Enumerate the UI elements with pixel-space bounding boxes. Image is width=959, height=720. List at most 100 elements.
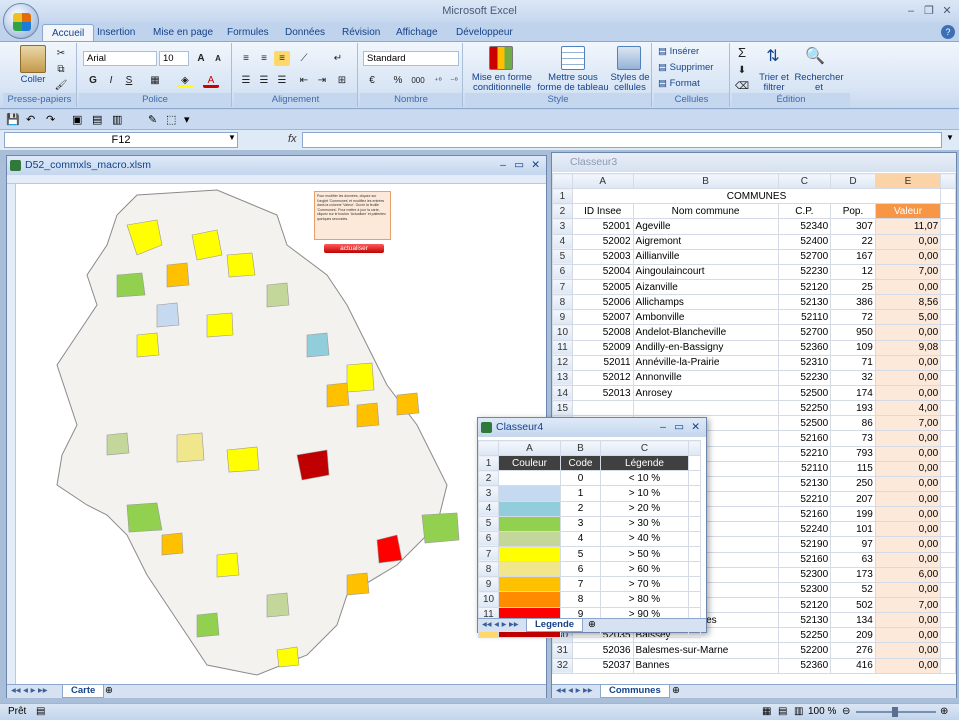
redo-icon[interactable]: ↷ (46, 113, 55, 126)
cell-pop[interactable]: 950 (830, 324, 876, 341)
row-header[interactable]: 10 (552, 324, 573, 341)
cell-valeur[interactable]: 0,00 (874, 612, 942, 629)
cell-id-insee[interactable]: 52011 (571, 354, 634, 371)
row-header[interactable]: 2 (478, 470, 499, 487)
legend-code[interactable]: 5 (560, 545, 601, 563)
new-sheet-icon[interactable]: ⊕ (588, 619, 596, 630)
copy-icon[interactable]: ⧉ (53, 62, 69, 77)
cell-id-insee[interactable] (571, 400, 634, 417)
row-header[interactable]: 2 (552, 203, 573, 220)
commune-polygon[interactable] (266, 592, 290, 618)
legend-code[interactable]: 1 (560, 485, 601, 502)
zoom-out-icon[interactable]: ⊖ (842, 704, 850, 720)
cell-pop[interactable]: 416 (830, 657, 876, 674)
cell-pop[interactable]: 25 (830, 278, 876, 296)
bold-icon[interactable]: G (85, 73, 101, 88)
cell-nom-commune[interactable]: Balesmes-sur-Marne (632, 642, 779, 659)
commune-polygon[interactable] (226, 446, 260, 473)
window-minimize-icon[interactable]: – (500, 156, 506, 175)
sheet-nav-icon[interactable]: ◂◂ ◂ ▸ ▸▸ (11, 685, 48, 696)
align-middle-icon[interactable]: ≡ (256, 51, 272, 66)
name-box-dropdown-icon[interactable]: ▼ (228, 133, 236, 142)
cell-id-insee[interactable]: 52036 (571, 642, 634, 659)
legend-label[interactable]: > 40 % (600, 530, 689, 547)
cell-cp[interactable]: 52160 (777, 430, 832, 447)
cell-pop[interactable]: 109 (830, 339, 876, 356)
cell-cp[interactable]: 52300 (777, 566, 832, 583)
cell-cp[interactable]: 52230 (777, 369, 832, 386)
cell-cp[interactable]: 52200 (777, 642, 832, 659)
customize-qat-icon[interactable]: ▾ (184, 113, 190, 126)
commune-polygon[interactable] (176, 432, 205, 463)
cell-valeur[interactable]: 0,00 (874, 384, 942, 402)
tab-formules[interactable]: Formules (218, 24, 278, 42)
cell-pop[interactable]: 22 (830, 233, 876, 250)
conditional-format-icon[interactable] (489, 46, 513, 70)
cell-valeur[interactable]: 9,08 (874, 339, 942, 356)
cell-valeur[interactable]: 0,00 (874, 475, 942, 492)
commune-polygon[interactable] (346, 362, 375, 393)
cell-nom-commune[interactable]: Annonville (632, 369, 779, 386)
wrap-text-icon[interactable]: ↵ (330, 51, 346, 66)
commune-polygon[interactable] (266, 282, 290, 308)
row-header[interactable]: 10 (478, 591, 499, 608)
cell-pop[interactable]: 207 (830, 490, 876, 508)
cell-pop[interactable]: 276 (830, 642, 876, 659)
cell-valeur[interactable]: 0,00 (874, 657, 942, 674)
cell-nom-commune[interactable]: Aigremont (632, 233, 779, 250)
cell-nom-commune[interactable]: Andelot-Blancheville (632, 324, 779, 341)
cell-cp[interactable]: 52250 (777, 400, 832, 417)
fx-label[interactable]: fx (288, 133, 297, 145)
cell-pop[interactable]: 386 (830, 294, 876, 311)
save-icon[interactable]: 💾 (6, 113, 20, 126)
cell-id-insee[interactable]: 52009 (571, 339, 634, 356)
cell-id-insee[interactable]: 52001 (571, 218, 634, 235)
font-name-combo[interactable]: Arial (83, 51, 157, 66)
commune-polygon[interactable] (296, 449, 330, 481)
cell-id-insee[interactable]: 52005 (571, 278, 634, 296)
header-pop[interactable]: Pop. (830, 203, 876, 220)
cell-nom-commune[interactable]: Andilly-en-Bassigny (632, 339, 779, 356)
cell-cp[interactable]: 52500 (777, 384, 832, 402)
borders-icon[interactable]: ▦ (147, 73, 163, 88)
legend-code[interactable]: 4 (560, 530, 601, 547)
cell-pop[interactable]: 167 (830, 248, 876, 265)
format-cells-button[interactable]: ▤ Format (658, 79, 700, 89)
cell-pop[interactable]: 174 (830, 384, 876, 402)
cell-valeur[interactable]: 7,00 (874, 263, 942, 280)
window-maximize-icon[interactable]: ▭ (674, 418, 684, 437)
commune-polygon[interactable] (356, 402, 380, 428)
delete-cells-button[interactable]: ▤ Supprimer (658, 63, 713, 73)
legend-code[interactable]: 8 (560, 591, 601, 608)
page-layout-icon[interactable]: ▤ (778, 704, 787, 720)
cell-valeur[interactable]: 0,00 (874, 233, 942, 250)
header-nom-commune[interactable]: Nom commune (632, 203, 779, 220)
tab-donnees[interactable]: Données (276, 24, 334, 42)
commune-polygon[interactable] (306, 332, 330, 358)
cell-pop[interactable]: 71 (830, 354, 876, 371)
expand-formula-icon[interactable]: ▼ (946, 133, 954, 142)
cell-valeur[interactable]: 11,07 (874, 218, 942, 235)
legend-label[interactable]: > 80 % (600, 591, 689, 608)
communes-title-cell[interactable]: COMMUNES (571, 188, 942, 205)
commune-polygon[interactable] (396, 392, 420, 416)
legend-code[interactable]: 6 (560, 561, 601, 578)
cell-valeur[interactable]: 0,00 (874, 490, 942, 508)
align-right-icon[interactable]: ☰ (274, 73, 290, 88)
currency-icon[interactable]: € (364, 73, 380, 88)
cell-valeur[interactable]: 0,00 (874, 445, 942, 462)
font-size-combo[interactable]: 10 (159, 51, 189, 66)
commune-polygon[interactable] (166, 262, 190, 288)
cell-cp[interactable]: 52700 (777, 248, 832, 265)
chart-icon[interactable]: ▥ (112, 113, 122, 126)
fill-icon[interactable]: ⬇ (734, 63, 750, 78)
row-header[interactable]: 1 (552, 188, 573, 205)
window-close-icon[interactable]: ✕ (691, 418, 700, 437)
zoom-in-icon[interactable]: ⊕ (940, 704, 948, 720)
tab-developpeur[interactable]: Développeur (447, 24, 522, 42)
underline-icon[interactable]: S (121, 73, 137, 88)
window-maximize-icon[interactable]: ▭ (514, 156, 524, 175)
cut-icon[interactable]: ✂ (53, 46, 69, 61)
cell-cp[interactable]: 52160 (777, 551, 832, 568)
cell-pop[interactable]: 134 (830, 612, 876, 629)
